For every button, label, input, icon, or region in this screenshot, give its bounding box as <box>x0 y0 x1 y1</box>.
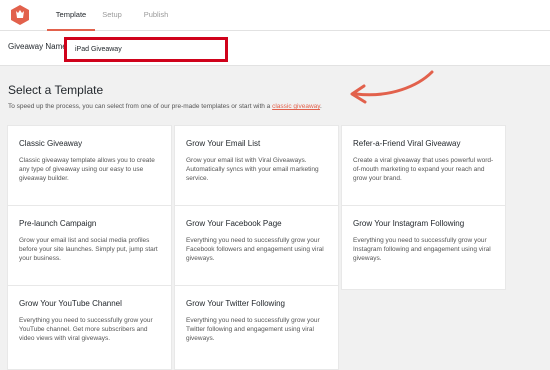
card-description: Classic giveaway template allows you to … <box>19 157 155 183</box>
template-card-grow-instagram[interactable]: Grow Your Instagram Following Everything… <box>341 205 506 290</box>
tab-publish[interactable]: Publish <box>138 0 174 30</box>
section-description: To speed up the process, you can select … <box>8 103 322 110</box>
template-card-refer-a-friend[interactable]: Refer-a-Friend Viral Giveaway Create a v… <box>341 125 506 210</box>
card-title: Grow Your Email List <box>186 139 261 148</box>
template-card-classic-giveaway[interactable]: Classic Giveaway Classic giveaway templa… <box>7 125 172 210</box>
card-title: Grow Your Instagram Following <box>353 219 465 228</box>
card-title: Grow Your YouTube Channel <box>19 299 122 308</box>
template-card-grow-twitter[interactable]: Grow Your Twitter Following Everything y… <box>174 285 339 370</box>
card-title: Pre-launch Campaign <box>19 219 97 228</box>
top-bar: Template Setup Publish <box>0 0 550 31</box>
template-card-pre-launch[interactable]: Pre-launch Campaign Grow your email list… <box>7 205 172 290</box>
card-title: Grow Your Twitter Following <box>186 299 286 308</box>
card-description: Create a viral giveaway that uses powerf… <box>353 157 494 183</box>
card-description: Everything you need to successfully grow… <box>19 317 153 343</box>
card-title: Classic Giveaway <box>19 139 83 148</box>
section-description-end: . <box>320 103 322 110</box>
card-title: Refer-a-Friend Viral Giveaway <box>353 139 461 148</box>
card-description: Grow your email list with Viral Giveaway… <box>186 157 319 183</box>
card-description: Everything you need to successfully grow… <box>186 237 324 263</box>
section-description-text: To speed up the process, you can select … <box>8 103 273 110</box>
card-title: Grow Your Facebook Page <box>186 219 282 228</box>
arrow-annotation-icon <box>350 70 434 104</box>
section-title: Select a Template <box>8 83 104 97</box>
giveaway-name-input[interactable]: iPad Giveaway <box>64 37 228 62</box>
template-card-grow-email-list[interactable]: Grow Your Email List Grow your email lis… <box>174 125 339 210</box>
card-description: Everything you need to successfully grow… <box>353 237 491 263</box>
card-description: Grow your email list and social media pr… <box>19 237 158 263</box>
giveaway-name-label: Giveaway Name <box>8 42 67 51</box>
template-card-grow-youtube[interactable]: Grow Your YouTube Channel Everything you… <box>7 285 172 370</box>
card-description: Everything you need to successfully grow… <box>186 317 320 343</box>
classic-giveaway-link[interactable]: classic giveaway <box>272 103 320 110</box>
template-card-grow-facebook-page[interactable]: Grow Your Facebook Page Everything you n… <box>174 205 339 290</box>
tab-setup[interactable]: Setup <box>96 0 128 30</box>
logo-icon <box>11 5 29 25</box>
tab-template[interactable]: Template <box>47 0 95 31</box>
